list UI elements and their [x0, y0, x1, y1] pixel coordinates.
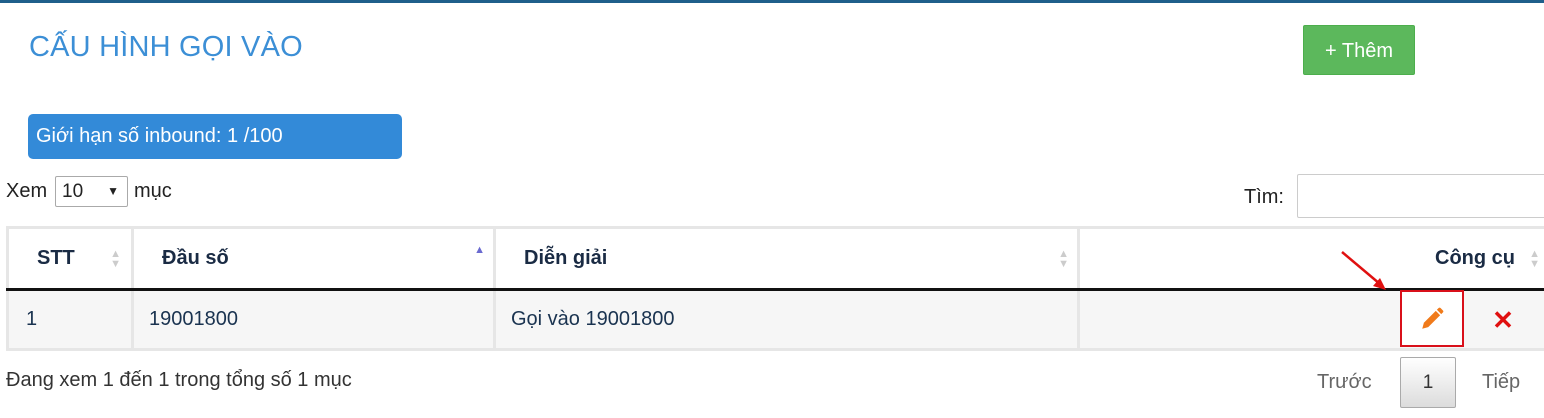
cell-text: Gọi vào 19001800 — [511, 308, 675, 330]
add-button[interactable]: + Thêm — [1303, 25, 1415, 75]
annotation-arrow-icon — [1341, 251, 1386, 290]
inbound-table: STT ▲ ▼ Đầu số ▲ Diễn giải ▲ ▼ Công cụ ▲ ▼ … — [6, 226, 1544, 351]
search-label: Tìm: — [1244, 186, 1284, 208]
cell-tools: ✕ — [1077, 288, 1544, 351]
pencil-icon — [1422, 307, 1444, 329]
tools-container: ✕ — [1081, 290, 1543, 347]
pagination-prev[interactable]: Trước — [1317, 371, 1372, 394]
inbound-limit-badge: Giới hạn số inbound: 1 /100 — [28, 114, 402, 159]
cell-stt: 1 — [6, 288, 134, 351]
length-suffix-label: mục — [134, 180, 172, 202]
cell-text: 1 — [26, 308, 38, 330]
column-header-label: Diễn giải — [524, 247, 608, 269]
pagination-page-1[interactable]: 1 — [1400, 357, 1456, 408]
cell-dien-giai: Gọi vào 19001800 — [493, 288, 1080, 351]
column-header-dien-giai[interactable]: Diễn giải ▲ ▼ — [493, 226, 1080, 291]
edit-button[interactable] — [1400, 290, 1464, 347]
delete-button[interactable]: ✕ — [1489, 300, 1517, 340]
page-length-select[interactable]: 10 ▼ — [55, 176, 128, 207]
close-icon: ✕ — [1492, 305, 1514, 335]
sort-icon: ▲ ▼ — [1058, 248, 1069, 270]
page-length-value: 10 — [62, 181, 84, 202]
page-title: CẤU HÌNH GỌI VÀO — [29, 31, 303, 63]
sort-ascending-icon: ▲ — [474, 244, 485, 256]
sort-icon: ▲ ▼ — [1529, 248, 1540, 270]
pagination-next[interactable]: Tiếp — [1482, 371, 1520, 394]
top-border — [0, 0, 1544, 3]
column-header-label: Công cụ — [1435, 247, 1515, 269]
column-header-cong-cu[interactable]: Công cụ ▲ ▼ — [1077, 226, 1544, 291]
column-header-dau-so[interactable]: Đầu số ▲ — [131, 226, 496, 291]
cell-text: 19001800 — [149, 308, 238, 330]
dropdown-caret-icon: ▼ — [107, 184, 119, 198]
table-header-row: STT ▲ ▼ Đầu số ▲ Diễn giải ▲ ▼ Công cụ ▲ ▼ — [6, 226, 1544, 291]
length-prefix-label: Xem — [6, 180, 48, 202]
table-info: Đang xem 1 đến 1 trong tổng số 1 mục — [6, 369, 352, 391]
search-input[interactable] — [1297, 174, 1544, 218]
column-header-label: Đầu số — [162, 247, 229, 269]
cell-dau-so: 19001800 — [131, 288, 496, 351]
sort-icon: ▲ ▼ — [110, 248, 121, 270]
table-row: 1 19001800 Gọi vào 19001800 ✕ — [6, 288, 1544, 351]
column-header-label: STT — [37, 247, 75, 269]
column-header-stt[interactable]: STT ▲ ▼ — [6, 226, 134, 291]
